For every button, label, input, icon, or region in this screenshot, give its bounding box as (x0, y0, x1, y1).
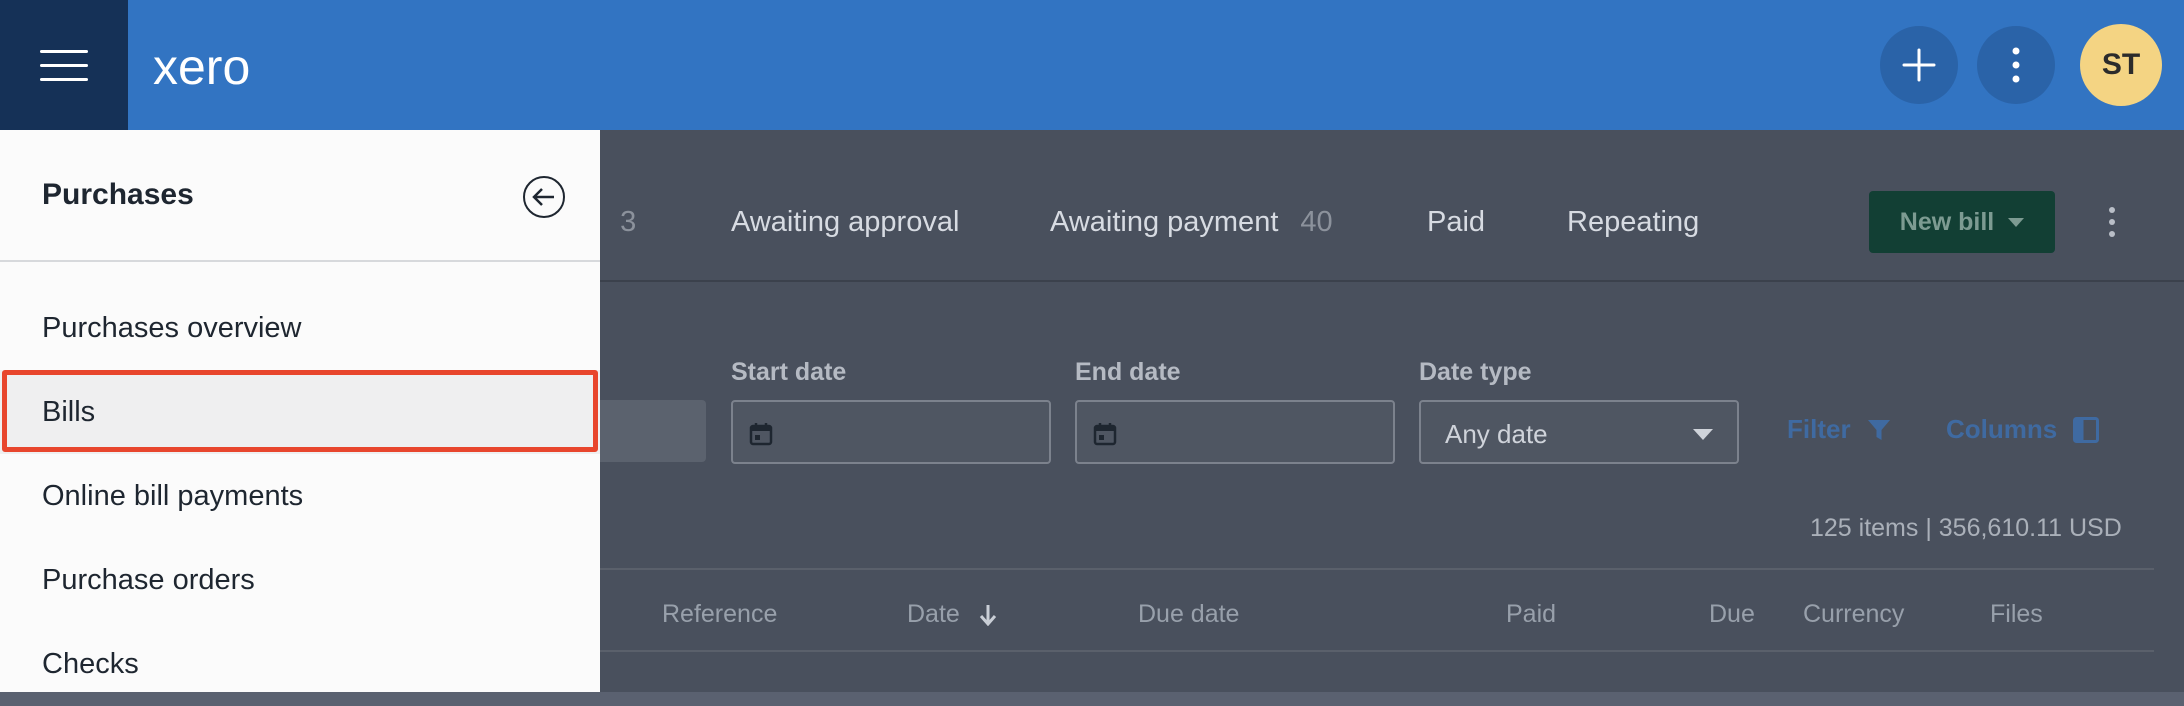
arrow-down-icon (979, 605, 996, 627)
nav-item-label: Checks (42, 647, 139, 680)
nav-item-label: Online bill payments (42, 479, 304, 512)
column-header-files[interactable]: Files (1990, 600, 2043, 629)
column-header-due-date[interactable]: Due date (1138, 600, 1239, 629)
purchases-drawer: Purchases Purchases overview Bills Onlin… (0, 130, 600, 692)
items-summary: 125 items | 356,610.11 USD (1810, 514, 2122, 542)
columns-label: Columns (1946, 414, 2058, 444)
nav-item-label: Purchase orders (42, 563, 255, 596)
tab-label: Repeating (1567, 206, 1700, 238)
nav-item-label: Bills (42, 395, 96, 428)
table-header: Reference Date Due date Paid Due Currenc… (596, 568, 2154, 652)
date-type-value: Any date (1445, 419, 1548, 449)
page-more-options-button[interactable] (2100, 200, 2124, 244)
column-header-reference[interactable]: Reference (662, 600, 777, 629)
column-header-date[interactable]: Date (907, 600, 997, 629)
calendar-icon (749, 423, 773, 446)
nav-item-purchase-orders[interactable]: Purchase orders (0, 538, 600, 622)
tab-count: 3 (620, 206, 637, 238)
chevron-down-icon (2008, 217, 2025, 227)
nav-item-purchases-overview[interactable]: Purchases overview (0, 286, 600, 370)
chevron-down-icon (1693, 429, 1713, 440)
top-bar: xero ST (0, 0, 2184, 130)
menu-button[interactable] (0, 0, 128, 130)
end-date-field[interactable] (1075, 400, 1395, 464)
nav-item-label: Purchases overview (42, 311, 302, 344)
tab-label: Paid (1427, 206, 1486, 238)
filter-icon (1867, 419, 1890, 440)
start-date-label: Start date (731, 358, 847, 386)
date-type-select[interactable]: Any date (1419, 400, 1739, 464)
start-date-field[interactable] (731, 400, 1051, 464)
end-date-label: End date (1075, 358, 1181, 386)
xero-logo[interactable]: xero (153, 38, 250, 96)
tab-label: Awaiting approval (731, 206, 960, 238)
column-header-date-label: Date (907, 600, 960, 628)
nav-item-online-bill-payments[interactable]: Online bill payments (0, 454, 600, 538)
tab-awaiting-approval[interactable]: Awaiting approval (731, 206, 959, 239)
divider (0, 260, 600, 262)
search-input[interactable] (600, 400, 706, 462)
new-bill-button[interactable]: New bill (1869, 191, 2055, 253)
plus-icon (1902, 48, 1936, 82)
calendar-icon (1093, 423, 1117, 446)
arrow-left-icon (532, 188, 554, 206)
tab-label: Awaiting payment (1050, 206, 1279, 238)
new-bill-label: New bill (1899, 207, 1995, 236)
tab-paid[interactable]: Paid (1427, 206, 1485, 239)
tab-count: 40 (1300, 206, 1333, 238)
more-options-button[interactable] (1977, 26, 2055, 104)
user-avatar[interactable]: ST (2080, 24, 2162, 106)
tab-awaiting-payment[interactable]: Awaiting payment 40 (1050, 206, 1333, 239)
column-header-currency[interactable]: Currency (1803, 600, 1904, 629)
columns-icon (2073, 416, 2100, 443)
column-header-due[interactable]: Due (1709, 600, 1755, 629)
date-type-label: Date type (1419, 358, 1532, 386)
columns-button[interactable]: Columns (1946, 414, 2100, 445)
drawer-back-button[interactable] (523, 176, 565, 218)
filter-label: Filter (1787, 414, 1851, 444)
filter-button[interactable]: Filter (1787, 414, 1891, 445)
more-vertical-icon (2012, 47, 2020, 83)
drawer-title: Purchases (42, 178, 194, 211)
create-new-button[interactable] (1880, 26, 1958, 104)
tab-repeating[interactable]: Repeating (1567, 206, 1699, 239)
hamburger-icon (40, 50, 88, 92)
nav-item-checks[interactable]: Checks (0, 622, 600, 706)
column-header-paid[interactable]: Paid (1506, 600, 1556, 629)
nav-item-bills[interactable]: Bills (0, 370, 600, 454)
